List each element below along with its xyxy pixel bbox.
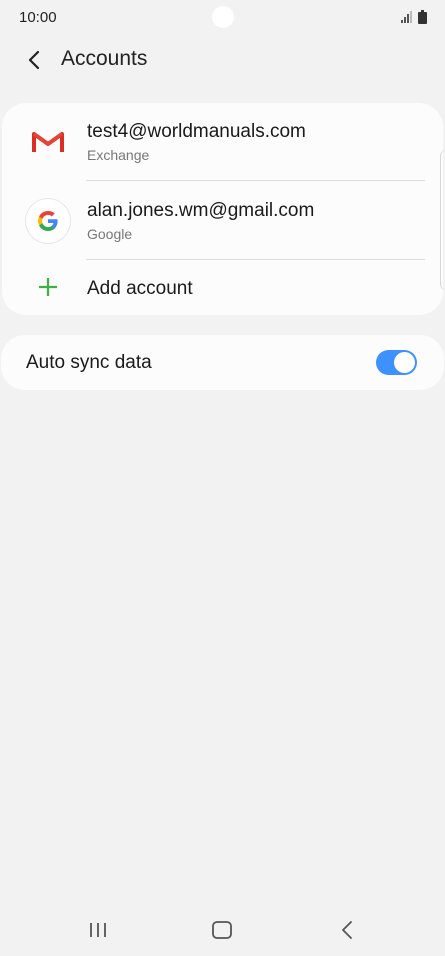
- signal-icon: [401, 11, 412, 23]
- chevron-left-icon: [28, 50, 40, 70]
- navigation-bar: [0, 900, 445, 956]
- scrollbar[interactable]: [440, 150, 445, 290]
- camera-cutout: [212, 6, 234, 28]
- toggle-knob: [394, 352, 415, 373]
- divider: [86, 259, 425, 260]
- accounts-card: test4@worldmanuals.com Exchange alan.jon…: [2, 103, 443, 315]
- battery-icon: [418, 10, 427, 24]
- auto-sync-toggle[interactable]: [376, 350, 417, 375]
- account-email: test4@worldmanuals.com: [87, 121, 306, 142]
- add-account-label: Add account: [87, 278, 193, 299]
- back-icon: [342, 921, 352, 939]
- back-nav-button[interactable]: [327, 912, 367, 948]
- app-bar: Accounts: [0, 36, 445, 84]
- google-icon: [26, 199, 70, 243]
- recent-apps-button[interactable]: [78, 912, 118, 948]
- account-type: Exchange: [87, 147, 150, 163]
- account-row-google[interactable]: alan.jones.wm@gmail.com Google: [2, 182, 443, 260]
- gmail-icon: [26, 120, 70, 164]
- recent-apps-icon: [90, 923, 106, 937]
- divider: [86, 180, 425, 181]
- page-title: Accounts: [61, 47, 148, 70]
- status-time: 10:00: [19, 9, 57, 26]
- account-email: alan.jones.wm@gmail.com: [87, 200, 315, 221]
- auto-sync-label: Auto sync data: [26, 352, 152, 373]
- back-button[interactable]: [20, 46, 48, 74]
- account-row-exchange[interactable]: test4@worldmanuals.com Exchange: [2, 103, 443, 181]
- home-icon: [212, 921, 232, 939]
- plus-icon: [39, 278, 57, 296]
- auto-sync-row[interactable]: Auto sync data: [1, 335, 444, 390]
- status-bar: 10:00: [0, 0, 445, 36]
- home-button[interactable]: [202, 912, 242, 948]
- add-account-button[interactable]: Add account: [2, 261, 443, 315]
- account-type: Google: [87, 226, 133, 242]
